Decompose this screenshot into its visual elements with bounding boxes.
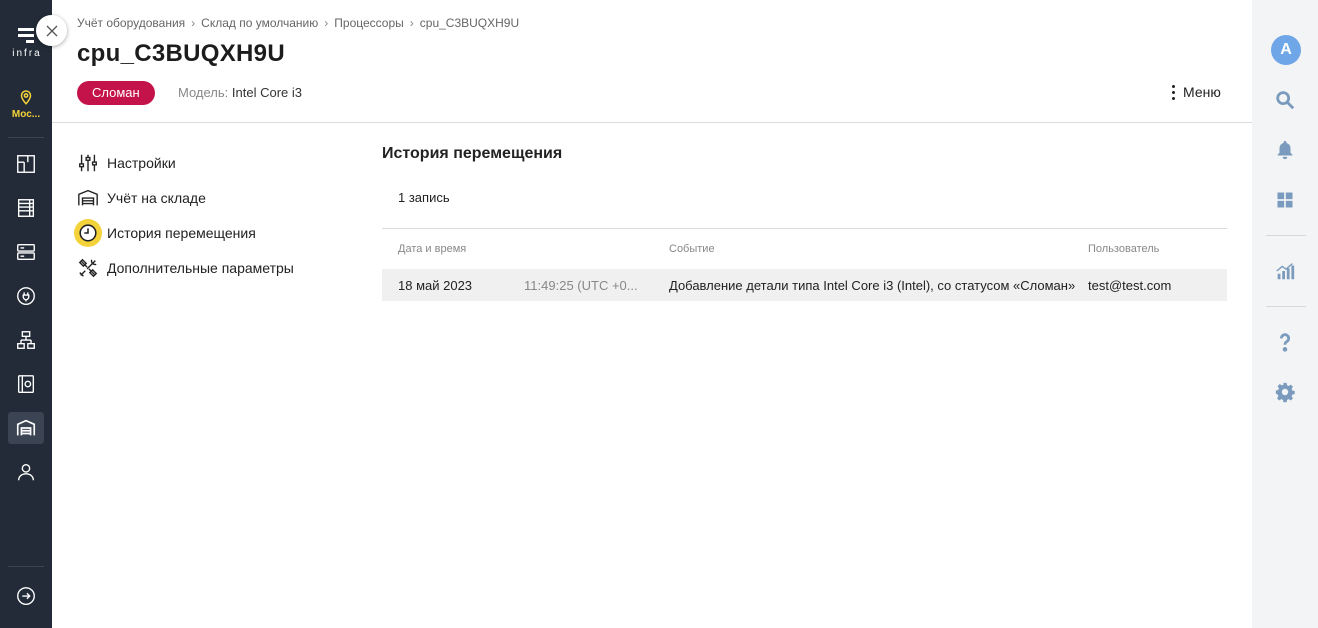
server-icon (17, 243, 35, 261)
breadcrumb-link[interactable]: Учёт оборудования (77, 16, 185, 30)
rack-icon (17, 199, 35, 217)
subnav-item-label: Настройки (107, 154, 176, 171)
table-row[interactable]: 18 май 2023 11:49:25 (UTC +0... Добавлен… (382, 269, 1227, 301)
location-selector[interactable]: Мос... (0, 88, 52, 120)
cell-time: 11:49:25 (UTC +0... (524, 277, 638, 293)
disk-icon (17, 375, 35, 393)
breadcrumb-link[interactable]: Склад по умолчанию (201, 16, 318, 30)
breadcrumb-current: cpu_C3BUQXH9U (419, 16, 520, 30)
sidebar-item-storage[interactable] (8, 368, 44, 400)
settings-button[interactable] (1272, 379, 1298, 405)
main-content: Учёт оборудования › Склад по умолчанию › Про… (52, 0, 1252, 628)
help-button[interactable] (1272, 329, 1298, 355)
subnav-item-label: История перемещения (107, 224, 256, 241)
section-title: История перемещения (382, 145, 563, 162)
page-title: cpu_C3BUQXH9U (77, 40, 285, 67)
sidebar-item-warehouse[interactable] (8, 412, 44, 444)
menu-label: Меню (1183, 84, 1221, 100)
sidebar-item-users[interactable] (8, 456, 44, 488)
subnav-item-history[interactable]: История перемещения (74, 215, 294, 250)
records-count: 1 запись (398, 190, 450, 205)
help-icon (1279, 333, 1290, 352)
subnav-item-label: Учёт на складе (107, 189, 206, 206)
sidebar-divider (8, 566, 44, 567)
header-divider (52, 122, 1252, 123)
subnav-item-warehouse[interactable]: Учёт на складе (74, 180, 294, 215)
cell-event: Добавление детали типа Intel Core i3 (In… (669, 277, 1076, 293)
notifications-button[interactable] (1272, 137, 1298, 163)
sliders-icon (74, 149, 102, 177)
sidebar-item-servers[interactable] (8, 236, 44, 268)
floorplan-icon (17, 155, 35, 173)
cell-user: test@test.com (1088, 277, 1172, 293)
expand-arrow-icon (17, 587, 35, 605)
model-label: Модель: (178, 85, 229, 100)
model-value: Intel Core i3 (231, 85, 302, 100)
status-badge: Сломан (77, 81, 155, 105)
subnav-item-extra-params[interactable]: Дополнительные параметры (74, 250, 294, 285)
cell-date: 18 май 2023 (398, 277, 473, 293)
avatar[interactable]: A (1271, 35, 1301, 65)
breadcrumb-link[interactable]: Процессоры (334, 16, 404, 30)
sidebar-divider (8, 137, 44, 138)
user-icon (17, 463, 35, 481)
right-toolbar: A (1252, 0, 1318, 628)
warehouse-icon (74, 184, 102, 212)
reports-button[interactable] (1272, 258, 1298, 284)
sidebar-item-floorplan[interactable] (8, 148, 44, 180)
menu-button[interactable]: Меню (1172, 82, 1221, 102)
network-icon (17, 331, 35, 349)
breadcrumb-separator: › (409, 16, 414, 30)
sidebar-item-racks[interactable] (8, 192, 44, 224)
sidebar-item-network[interactable] (8, 324, 44, 356)
subnav-item-settings[interactable]: Настройки (74, 145, 294, 180)
toolbar-divider (1266, 235, 1306, 236)
more-vertical-icon (1172, 83, 1175, 101)
breadcrumb: Учёт оборудования › Склад по умолчанию › Про… (77, 16, 519, 30)
chart-icon (1276, 263, 1295, 280)
bell-icon (1277, 140, 1293, 160)
search-button[interactable] (1272, 87, 1298, 113)
sidebar-expand-button[interactable] (8, 580, 44, 612)
logo-text: infra (12, 48, 42, 59)
search-icon (1276, 91, 1295, 110)
app-root: infra Мос... Учёт оборудования › Склад п… (0, 0, 1318, 628)
gear-icon (1275, 382, 1295, 403)
tools-icon (74, 254, 102, 282)
cell-datetime: 18 май 2023 11:49:25 (UTC +0... (382, 278, 669, 293)
column-header-datetime[interactable]: Дата и время (382, 243, 669, 255)
warehouse-icon (16, 419, 36, 436)
logo-mark-icon (18, 28, 34, 44)
breadcrumb-separator: › (191, 16, 196, 30)
power-plug-icon (17, 287, 35, 305)
clock-icon (74, 218, 102, 247)
breadcrumb-separator: › (324, 16, 329, 30)
grid-icon (1277, 192, 1293, 208)
sidebar-item-power[interactable] (8, 280, 44, 312)
subnav: Настройки Учёт на складе История перемещ… (74, 145, 294, 285)
location-label: Мос... (11, 109, 41, 120)
table-header: Дата и время Событие Пользователь (382, 229, 1227, 269)
toolbar-divider (1266, 306, 1306, 307)
subnav-item-label: Дополнительные параметры (107, 259, 294, 276)
model-info: Модель: Intel Core i3 (178, 85, 302, 100)
location-pin-icon (20, 90, 32, 105)
dashboard-button[interactable] (1272, 187, 1298, 213)
column-header-user[interactable]: Пользователь (1088, 243, 1227, 255)
history-panel: История перемещения 1 запись Дата и врем… (382, 140, 1227, 301)
column-header-event[interactable]: Событие (669, 243, 1088, 255)
main-sidebar: infra Мос... (0, 0, 52, 628)
